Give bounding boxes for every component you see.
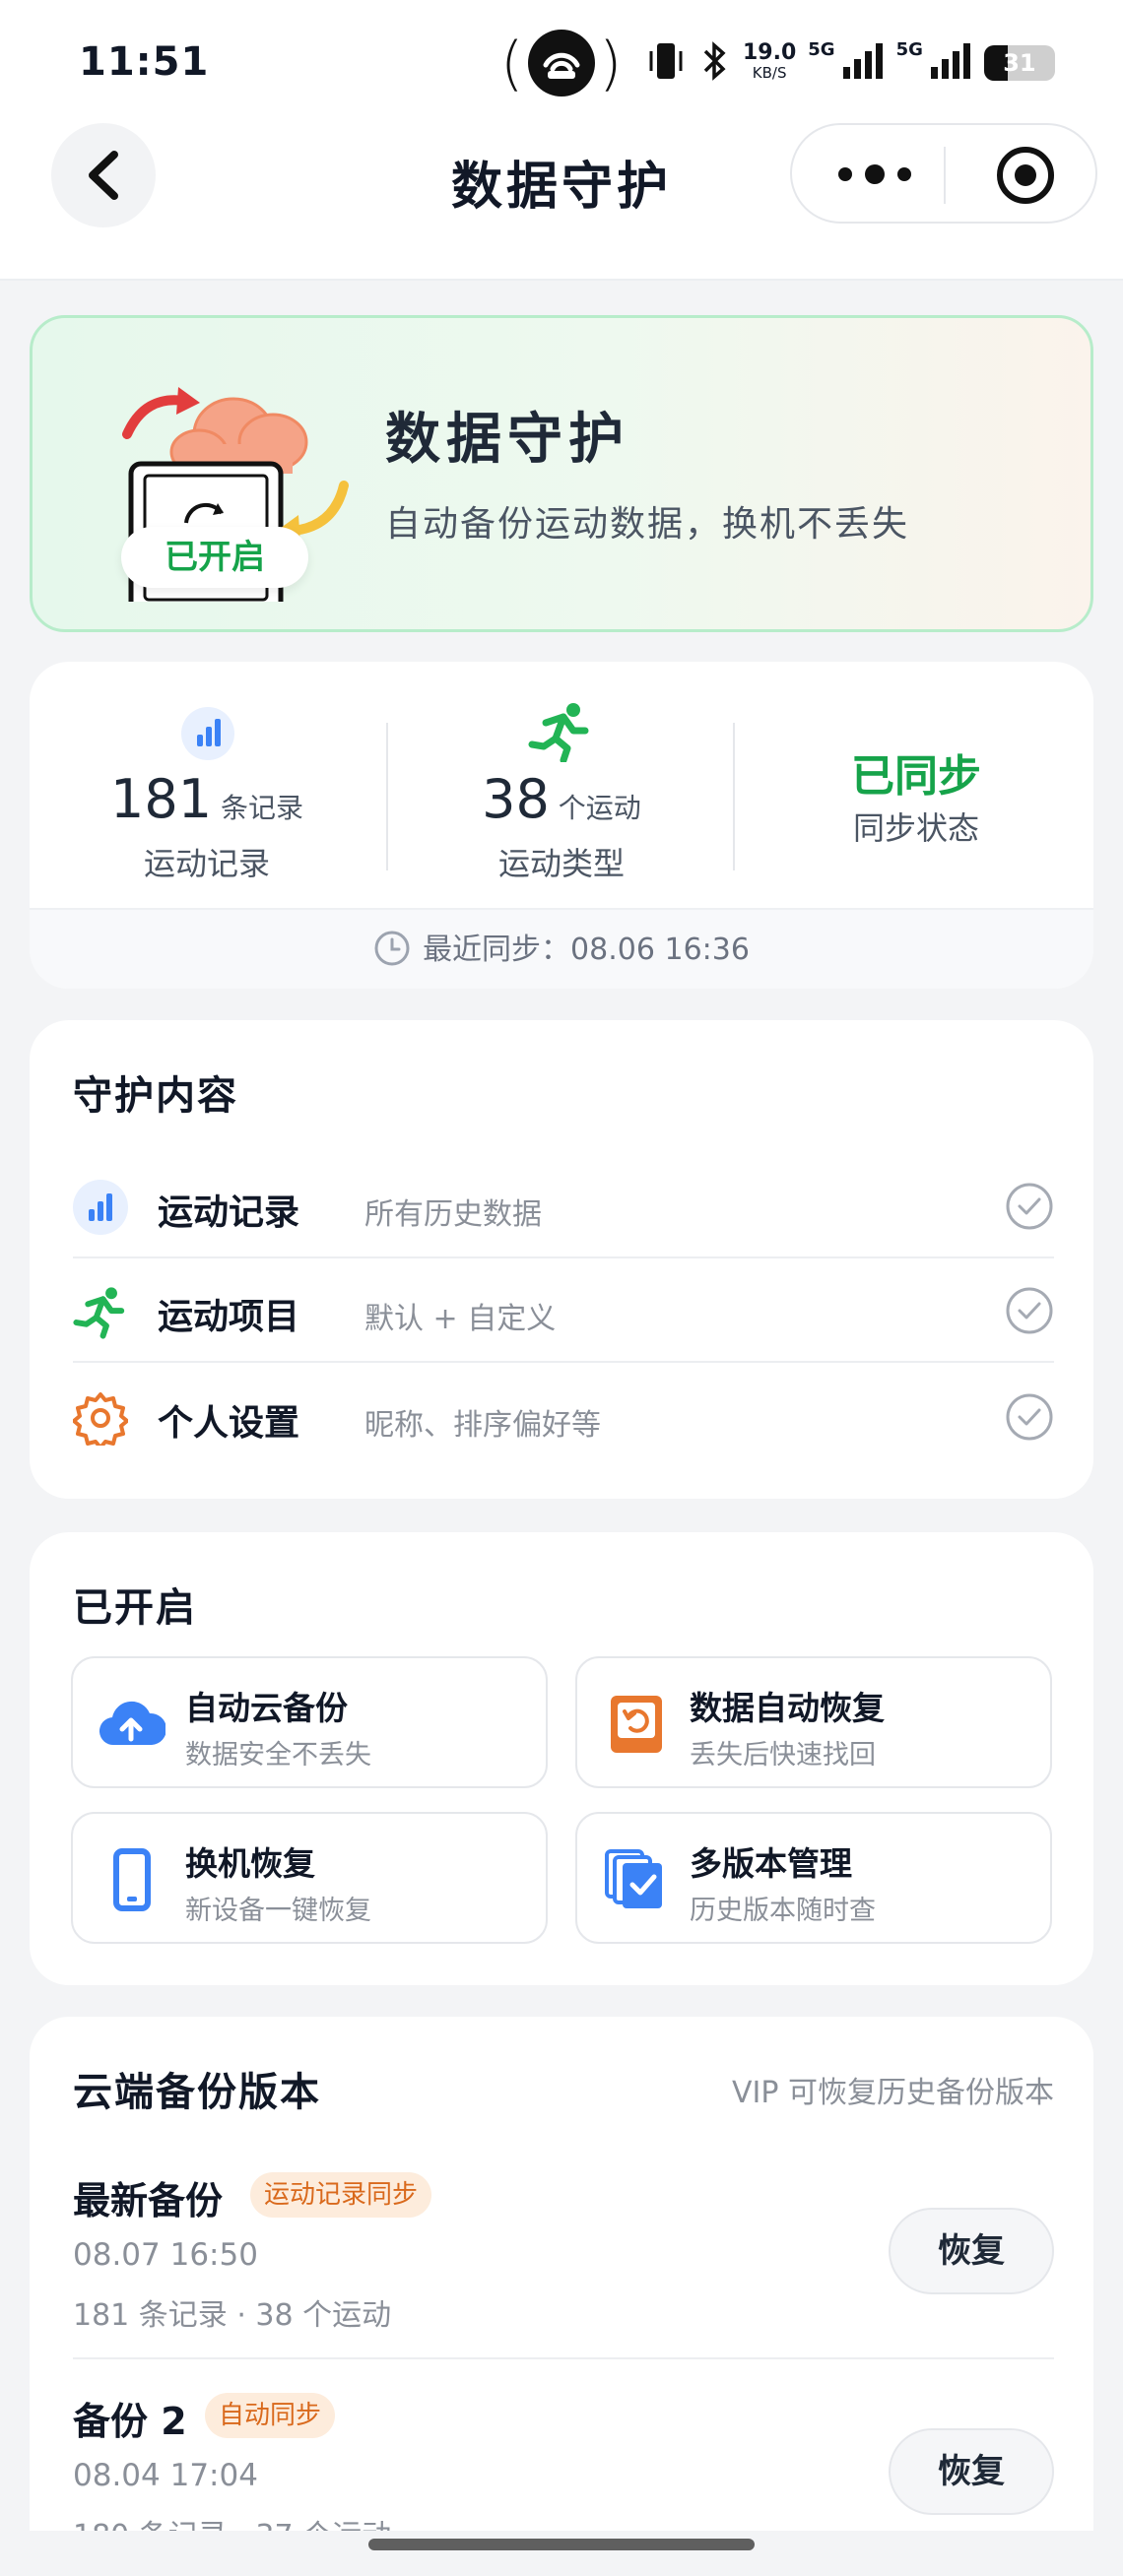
mini-program-capsule (790, 123, 1097, 224)
feature-desc: 历史版本随时查 (690, 1896, 876, 1926)
hotspot-icon (528, 30, 595, 97)
status-icons: 19.0 KB/S 5G 5G 31 (646, 35, 1055, 91)
vibrate-icon (646, 39, 686, 87)
types-label: 运动类型 (497, 845, 625, 882)
feature-name: 数据自动恢复 (690, 1689, 885, 1727)
records-label: 运动记录 (143, 845, 270, 882)
version-date: 08.04 17:04 (73, 2458, 258, 2493)
stats-card: 181 条记录 运动记录 38 个运动 运动类型 已同步 同步状态 最近同步：0… (30, 662, 1093, 989)
section-title: 已开启 (73, 1585, 197, 1631)
check-circle-icon (1006, 1287, 1053, 1334)
battery-icon: 31 (983, 45, 1055, 81)
item-desc: 默认 + 自定义 (364, 1302, 557, 1336)
item-name: 运动项目 (158, 1297, 300, 1337)
item-desc: 昵称、排序偏好等 (364, 1408, 601, 1443)
protect-item-settings: 个人设置 昵称、排序偏好等 (73, 1365, 1054, 1469)
running-icon (73, 1287, 125, 1339)
nav-bar: 数据守护 (0, 123, 1123, 281)
net-speed: 19.0 KB/S (743, 40, 797, 83)
restore-icon (611, 1696, 662, 1753)
version-meta: 181 条记录 · 38 个运动 (73, 2298, 392, 2333)
gear-icon (73, 1392, 128, 1446)
feature-multi-version[interactable]: 多版本管理 历史版本随时查 (575, 1812, 1052, 1944)
check-circle-icon (1006, 1183, 1053, 1230)
section-title: 云端备份版本 (73, 2070, 321, 2115)
running-icon (528, 703, 589, 762)
restore-button[interactable]: 恢复 (889, 2208, 1054, 2294)
hotspot-indicator: ( ) (500, 30, 623, 98)
feature-name: 自动云备份 (185, 1689, 348, 1727)
bluetooth-icon (697, 39, 731, 87)
hero-subtitle: 自动备份运动数据，换机不丢失 (385, 504, 910, 545)
version-tag: 运动记录同步 (250, 2172, 432, 2218)
version-name: 备份 2 (73, 2400, 187, 2443)
last-sync-text: 最近同步：08.06 16:36 (423, 933, 750, 967)
stat-sync: 已同步 同步状态 (739, 662, 1093, 908)
check-circle-icon (1006, 1393, 1053, 1441)
feature-name: 换机恢复 (185, 1844, 315, 1883)
section-title: 守护内容 (73, 1073, 238, 1119)
enabled-badge: 已开启 (121, 527, 308, 588)
feature-auto-backup[interactable]: 自动云备份 数据安全不丢失 (71, 1656, 548, 1788)
enabled-features-card: 已开启 自动云备份 数据安全不丢失 数据自动恢复 丢失后快速找回 换机恢复 新设… (30, 1532, 1093, 1985)
clock-icon (374, 931, 410, 965)
status-time: 11:51 (79, 39, 210, 85)
item-name: 个人设置 (158, 1403, 300, 1444)
feature-device-restore[interactable]: 换机恢复 新设备一键恢复 (71, 1812, 548, 1944)
protect-item-sports: 运动项目 默认 + 自定义 (73, 1258, 1054, 1363)
item-name: 运动记录 (158, 1192, 300, 1233)
phone-icon (113, 1848, 151, 1911)
vip-hint: VIP 可恢复历史备份版本 (732, 2076, 1054, 2110)
status-bar: 11:51 ( ) 19.0 KB/S 5G 5G 31 (0, 0, 1123, 123)
protection-card: 守护内容 运动记录 所有历史数据 运动项目 默认 + 自定义 个人设置 昵称、排… (30, 1020, 1093, 1499)
feature-auto-restore[interactable]: 数据自动恢复 丢失后快速找回 (575, 1656, 1052, 1788)
types-count: 38 个运动 (482, 768, 641, 830)
cloud-upload-icon (99, 1701, 165, 1746)
versions-icon (605, 1849, 662, 1908)
item-desc: 所有历史数据 (364, 1197, 542, 1232)
sync-status-value: 已同步 (851, 751, 981, 802)
feature-desc: 数据安全不丢失 (185, 1740, 371, 1771)
bar-chart-icon (73, 1180, 128, 1235)
home-indicator[interactable] (368, 2539, 755, 2550)
hero-card: 已开启 数据守护 自动备份运动数据，换机不丢失 (30, 315, 1093, 632)
signal-icon-2 (929, 41, 972, 85)
feature-desc: 新设备一键恢复 (185, 1896, 371, 1926)
version-date: 08.07 16:50 (73, 2237, 258, 2273)
protect-item-records: 运动记录 所有历史数据 (73, 1154, 1054, 1258)
stat-types: 38 个运动 运动类型 (384, 662, 739, 908)
more-button[interactable] (835, 155, 914, 194)
bar-chart-icon (181, 707, 234, 760)
records-count: 181 条记录 (110, 768, 303, 830)
feature-name: 多版本管理 (690, 1844, 852, 1883)
last-sync-row: 最近同步：08.06 16:36 (30, 908, 1093, 989)
restore-button[interactable]: 恢复 (889, 2428, 1054, 2515)
signal-icon (841, 41, 885, 85)
version-tag: 自动同步 (205, 2393, 336, 2438)
cloud-versions-card: 云端备份版本 VIP 可恢复历史备份版本 最新备份 运动记录同步 08.07 1… (30, 2017, 1093, 2576)
version-item: 最新备份 运动记录同步 08.07 16:50 181 条记录 · 38 个运动… (73, 2139, 1054, 2359)
feature-desc: 丢失后快速找回 (690, 1740, 876, 1771)
close-target-button[interactable] (995, 145, 1056, 206)
hero-title: 数据守护 (385, 408, 629, 472)
stat-records: 181 条记录 运动记录 (30, 662, 384, 908)
sync-status-label: 同步状态 (852, 809, 979, 847)
version-name: 最新备份 (73, 2179, 224, 2222)
